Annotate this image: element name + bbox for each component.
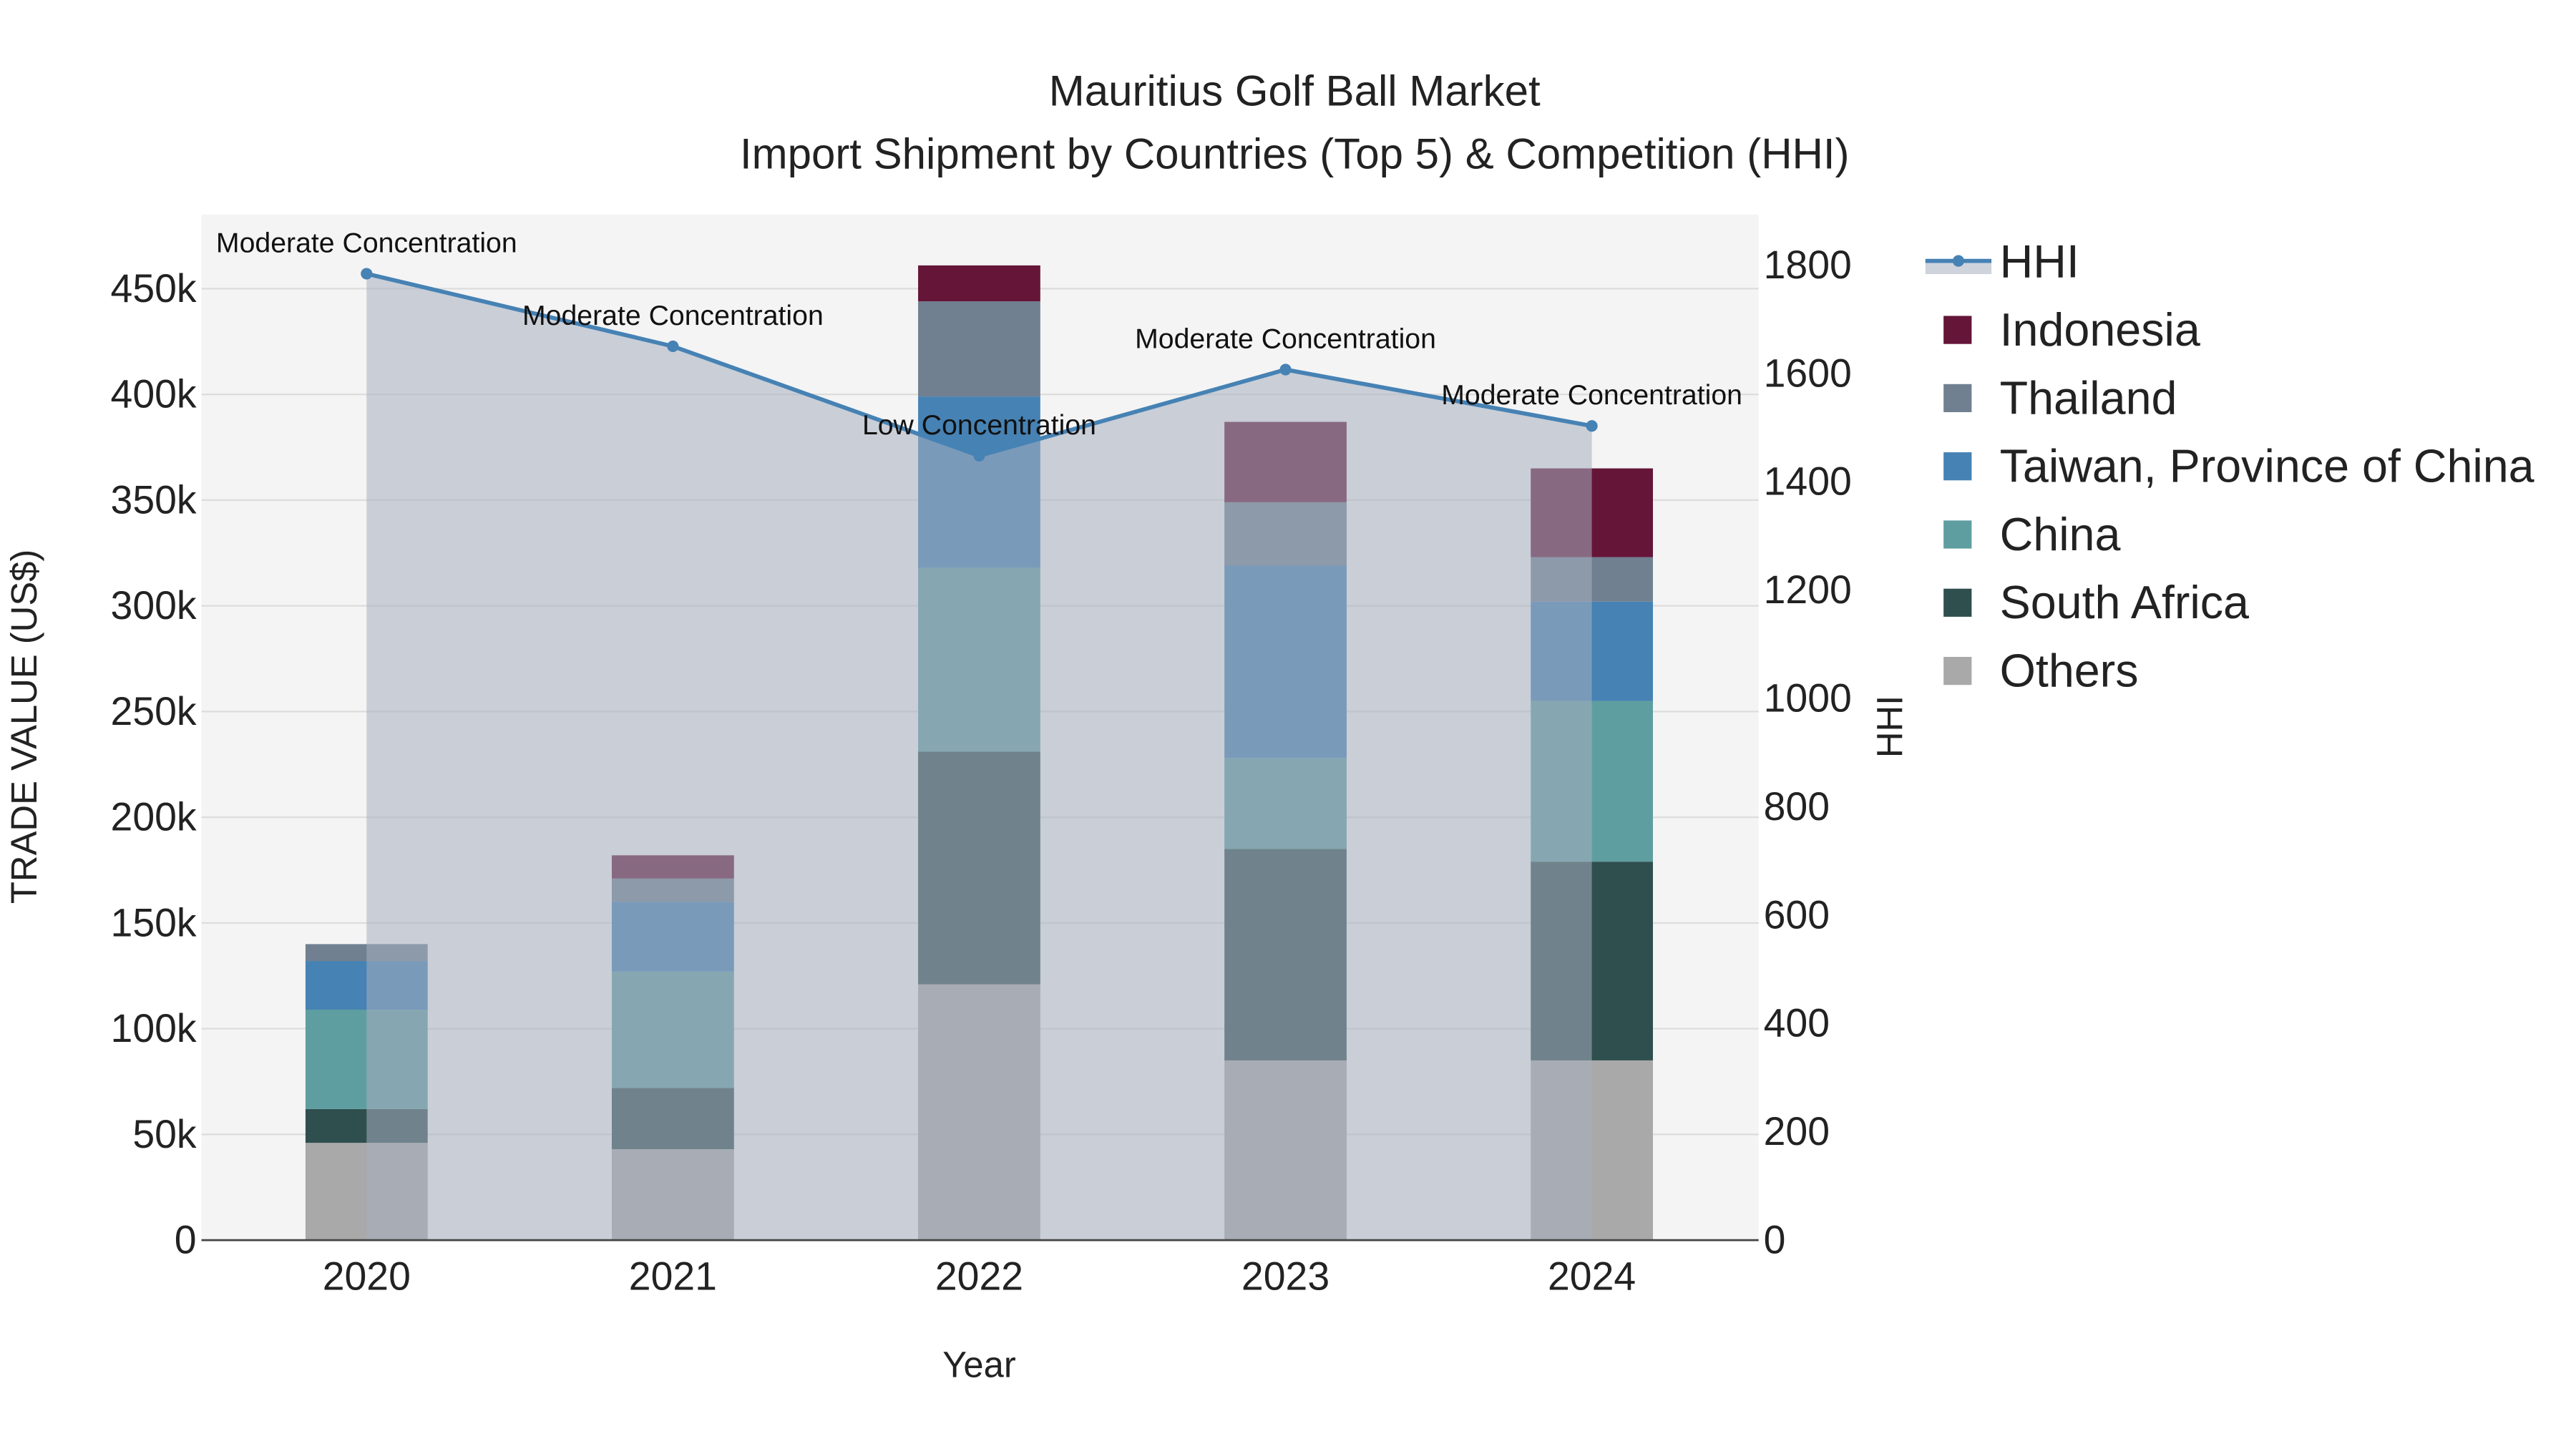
y2-tick-label: 0 — [1764, 1218, 1786, 1262]
y-tick-label: 0 — [175, 1218, 197, 1262]
x-axis-label: Year — [942, 1345, 1016, 1385]
y2-tick-label: 1800 — [1764, 243, 1852, 287]
chart-subtitle: Import Shipment by Countries (Top 5) & C… — [740, 130, 1850, 177]
legend-swatch-point — [1952, 255, 1964, 267]
legend-item-hhi[interactable]: HHI — [1925, 236, 2079, 288]
legend-item-south-africa[interactable]: South Africa — [1943, 577, 2249, 628]
hhi-annotation: Moderate Concentration — [522, 300, 824, 331]
x-tick-label: 2020 — [323, 1254, 411, 1298]
hhi-annotation: Moderate Concentration — [1135, 323, 1436, 355]
y2-tick-label: 400 — [1764, 1001, 1830, 1045]
y-tick-label: 400k — [111, 372, 197, 416]
hhi-annotation: Low Concentration — [862, 409, 1096, 441]
hhi-point — [667, 340, 679, 353]
legend-item-taiwan-province-of-china[interactable]: Taiwan, Province of China — [1943, 441, 2534, 492]
legend-item-china[interactable]: China — [1943, 509, 2120, 560]
legend-label: South Africa — [2000, 577, 2249, 628]
y2-axis-label: HHI — [1869, 696, 1910, 758]
legend-swatch — [1943, 588, 1972, 617]
legend-item-indonesia[interactable]: Indonesia — [1943, 304, 2200, 356]
legend-swatch — [1943, 316, 1972, 344]
y-tick-label: 450k — [111, 266, 197, 311]
hhi-point — [973, 449, 985, 462]
y2-tick-label: 800 — [1764, 784, 1830, 829]
y2-tick-label: 1600 — [1764, 351, 1852, 395]
y-tick-label: 50k — [132, 1112, 197, 1156]
x-tick-label: 2022 — [935, 1254, 1023, 1298]
hhi-point — [1586, 420, 1598, 432]
y2-tick-label: 1000 — [1764, 675, 1852, 720]
y2-tick-label: 200 — [1764, 1109, 1830, 1153]
legend-label: Others — [2000, 645, 2139, 697]
legend-label: Indonesia — [2000, 304, 2200, 356]
hhi-annotation: Moderate Concentration — [216, 228, 517, 259]
legend-label: Thailand — [2000, 372, 2177, 424]
x-tick-label: 2021 — [629, 1254, 717, 1298]
y-tick-label: 150k — [111, 900, 197, 945]
x-tick-label: 2023 — [1241, 1254, 1330, 1298]
hhi-point — [1279, 364, 1292, 376]
y-tick-label: 200k — [111, 795, 197, 839]
legend-swatch — [1943, 384, 1972, 412]
legend-item-thailand[interactable]: Thailand — [1943, 372, 2177, 424]
legend-label: China — [2000, 509, 2121, 560]
legend-swatch — [1943, 657, 1972, 686]
bar-thailand-2022 — [918, 301, 1040, 397]
hhi-annotation: Moderate Concentration — [1441, 379, 1742, 411]
y-tick-label: 350k — [111, 477, 197, 522]
y-tick-label: 300k — [111, 583, 197, 628]
legend-swatch — [1943, 520, 1972, 549]
legend-swatch — [1943, 452, 1972, 481]
legend-label: Taiwan, Province of China — [2000, 441, 2534, 492]
bar-indonesia-2022 — [918, 265, 1040, 302]
y2-tick-label: 1400 — [1764, 459, 1852, 504]
legend-item-others[interactable]: Others — [1943, 645, 2139, 697]
y-tick-label: 100k — [111, 1006, 197, 1050]
chart: Moderate ConcentrationModerate Concentra… — [4, 67, 2534, 1385]
y2-tick-label: 1200 — [1764, 567, 1852, 612]
x-tick-label: 2024 — [1548, 1254, 1636, 1298]
y-axis-label: TRADE VALUE (US$) — [4, 550, 44, 904]
y2-tick-label: 600 — [1764, 892, 1830, 937]
y-tick-label: 250k — [111, 689, 197, 733]
chart-title: Mauritius Golf Ball Market — [1049, 67, 1541, 115]
hhi-point — [361, 268, 373, 280]
legend-label: HHI — [2000, 236, 2079, 288]
